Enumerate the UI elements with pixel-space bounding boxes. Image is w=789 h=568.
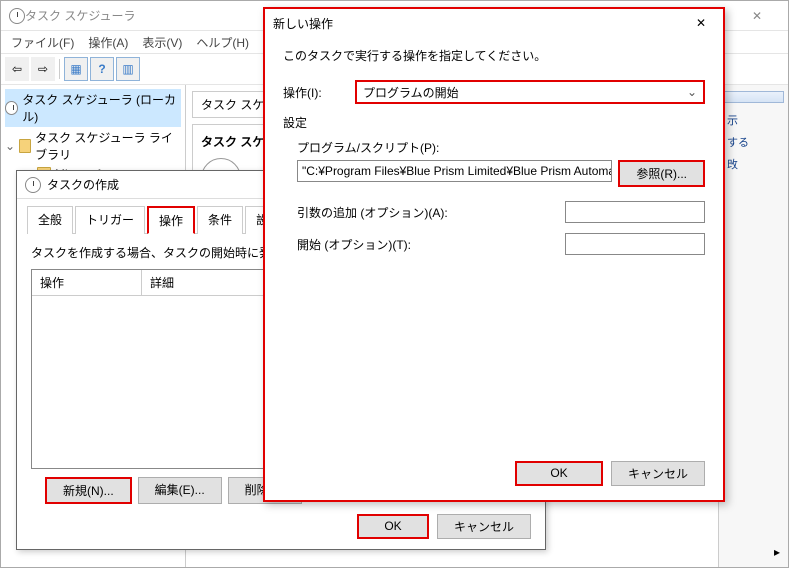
cancel-button[interactable]: キャンセル (437, 514, 531, 539)
program-row: "C:¥Program Files¥Blue Prism Limited¥Blu… (297, 160, 705, 187)
folder-icon (19, 139, 31, 153)
actions-pane: 示 する 攺 ▸ (718, 85, 788, 567)
tab-conditions[interactable]: 条件 (197, 206, 243, 234)
new-action-buttons: OK キャンセル (515, 461, 705, 486)
actions-header (723, 91, 784, 103)
new-action-desc: このタスクで実行する操作を指定してください。 (283, 47, 705, 64)
action-item[interactable]: 示 (723, 109, 784, 131)
clock-icon (5, 101, 18, 115)
new-action-titlebar: 新しい操作 ✕ (265, 9, 723, 37)
args-row: 引数の追加 (オプション)(A): (297, 201, 705, 223)
toolbar-btn-1[interactable]: ▦ (64, 57, 88, 81)
separator (59, 59, 60, 79)
dialog-buttons: OK キャンセル (357, 514, 531, 539)
new-action-dialog: 新しい操作 ✕ このタスクで実行する操作を指定してください。 操作(I): プロ… (263, 7, 725, 502)
edit-button[interactable]: 編集(E)... (138, 477, 222, 504)
startin-row: 開始 (オプション)(T): (297, 233, 705, 255)
tab-triggers[interactable]: トリガー (75, 206, 145, 234)
action-item[interactable]: 攺 (723, 153, 784, 175)
ok-button[interactable]: OK (357, 514, 429, 539)
action-type-value: プログラムの開始 (363, 84, 459, 101)
settings-label: 設定 (283, 114, 705, 131)
tree-root[interactable]: タスク スケジューラ (ローカル) (5, 89, 181, 127)
action-type-row: 操作(I): プログラムの開始 ⌄ (283, 80, 705, 104)
new-action-body: このタスクで実行する操作を指定してください。 操作(I): プログラムの開始 ⌄… (265, 37, 723, 275)
col-action[interactable]: 操作 (32, 270, 142, 295)
ok-button[interactable]: OK (515, 461, 603, 486)
browse-button[interactable]: 参照(R)... (618, 160, 705, 187)
arrow-right-icon[interactable]: ▸ (774, 545, 780, 559)
menu-help[interactable]: ヘルプ(H) (190, 32, 255, 53)
menu-file[interactable]: ファイル(F) (5, 32, 80, 53)
cancel-button[interactable]: キャンセル (611, 461, 705, 486)
tab-actions[interactable]: 操作 (147, 206, 195, 234)
help-icon[interactable]: ? (90, 57, 114, 81)
action-item[interactable]: する (723, 131, 784, 153)
tree-library-label: タスク スケジューラ ライブラリ (35, 129, 181, 163)
startin-label: 開始 (オプション)(T): (297, 236, 565, 253)
collapse-icon[interactable]: ⌄ (5, 139, 15, 153)
tree-root-label: タスク スケジューラ (ローカル) (22, 91, 181, 125)
clock-icon (25, 177, 41, 193)
new-action-title: 新しい操作 (273, 15, 687, 32)
action-type-label: 操作(I): (283, 84, 355, 101)
app-icon (9, 8, 25, 24)
startin-input[interactable] (565, 233, 705, 255)
close-button[interactable]: ✕ (734, 1, 780, 31)
program-label: プログラム/スクリプト(P): (297, 139, 705, 156)
toolbar-btn-3[interactable]: ▥ (116, 57, 140, 81)
action-type-select[interactable]: プログラムの開始 ⌄ (355, 80, 705, 104)
forward-button[interactable]: ⇨ (31, 57, 55, 81)
new-button[interactable]: 新規(N)... (45, 477, 132, 504)
create-task-title: タスクの作成 (47, 176, 119, 193)
col-detail[interactable]: 詳細 (142, 270, 182, 295)
menu-view[interactable]: 表示(V) (136, 32, 188, 53)
program-input[interactable]: "C:¥Program Files¥Blue Prism Limited¥Blu… (297, 160, 612, 182)
tab-general[interactable]: 全般 (27, 206, 73, 234)
tree-library[interactable]: ⌄ タスク スケジューラ ライブラリ (5, 127, 181, 165)
args-label: 引数の追加 (オプション)(A): (297, 204, 565, 221)
chevron-down-icon: ⌄ (687, 85, 697, 99)
menu-action[interactable]: 操作(A) (82, 32, 134, 53)
args-input[interactable] (565, 201, 705, 223)
back-button[interactable]: ⇦ (5, 57, 29, 81)
close-button[interactable]: ✕ (687, 12, 715, 34)
